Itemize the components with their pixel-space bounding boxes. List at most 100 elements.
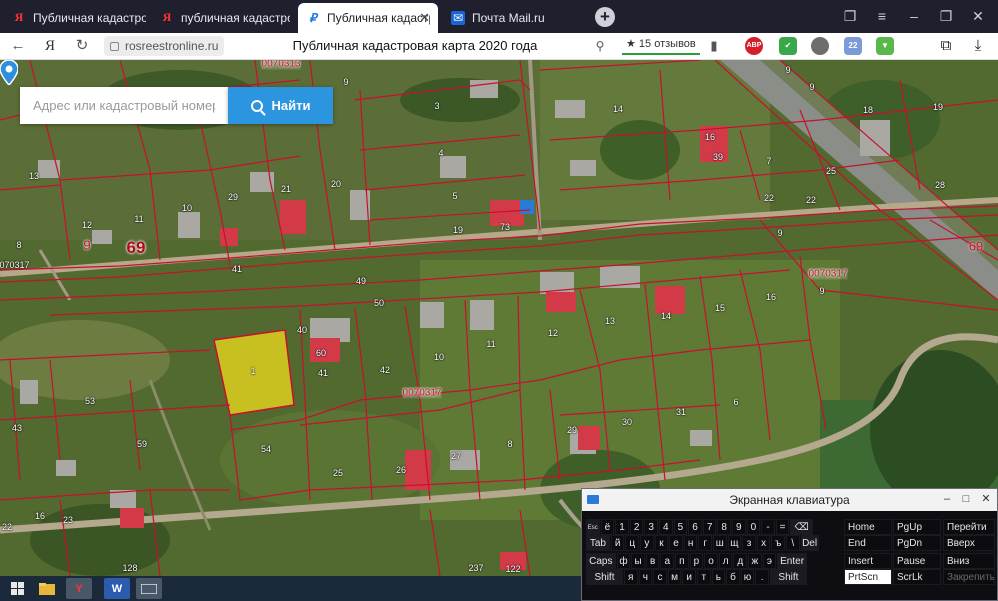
key-2-10[interactable]: ж <box>748 553 762 569</box>
key-3-2[interactable]: ч <box>638 569 653 585</box>
new-tab-button[interactable]: + <box>595 7 615 27</box>
adblock-plus-icon[interactable]: ABP <box>745 37 763 55</box>
key-3-1[interactable]: я <box>623 569 638 585</box>
key-2-5[interactable]: п <box>675 553 689 569</box>
plot-number[interactable]: 14 <box>613 104 623 114</box>
key-1-2[interactable]: ц <box>625 535 639 551</box>
key-0-5[interactable]: 4 <box>659 519 673 535</box>
location-icon[interactable]: ⚲ <box>590 36 610 56</box>
plot-number[interactable]: 20 <box>331 179 341 189</box>
minimize-icon[interactable]: – <box>902 5 926 27</box>
close-icon[interactable]: ✕ <box>977 489 995 511</box>
plot-number[interactable]: 25 <box>826 166 836 176</box>
plot-number[interactable]: 31 <box>676 407 686 417</box>
plot-number[interactable]: 21 <box>281 184 291 194</box>
key-3-0[interactable]: Shift <box>586 569 623 585</box>
key-0-11[interactable]: 0 <box>746 519 761 535</box>
key-0-1[interactable]: ё <box>600 519 615 535</box>
menu-icon[interactable]: ≡ <box>870 5 894 27</box>
plot-number[interactable]: 50 <box>374 298 384 308</box>
zone-label[interactable]: 69 <box>127 238 146 258</box>
key-2-1[interactable]: ф <box>616 553 631 569</box>
nav-key-1-1[interactable]: PgDn <box>893 535 941 551</box>
plot-number[interactable]: 16 <box>766 292 776 302</box>
plot-number[interactable]: 22 <box>806 195 816 205</box>
nav-key-3-1[interactable]: ScrLk <box>893 569 941 585</box>
plot-number[interactable]: 5 <box>452 191 457 201</box>
plot-number[interactable]: 0070317 <box>0 260 30 270</box>
plot-number[interactable]: 16 <box>35 511 45 521</box>
key-1-8[interactable]: ш <box>713 535 727 551</box>
key-1-13[interactable]: \ <box>786 535 800 551</box>
key-1-9[interactable]: щ <box>727 535 742 551</box>
key-1-14[interactable]: Del <box>800 535 819 551</box>
reviews-badge[interactable]: ★ 15 отзывов <box>622 36 700 55</box>
key-0-13[interactable]: = <box>775 519 790 535</box>
key-1-7[interactable]: г <box>698 535 712 551</box>
screenshot-tool-icon[interactable]: ⧉ <box>936 36 956 56</box>
restore-icon[interactable]: ❐ <box>934 5 958 27</box>
key-3-8[interactable]: б <box>726 569 740 585</box>
plot-number[interactable]: 9 <box>343 77 348 87</box>
key-2-6[interactable]: р <box>689 553 704 569</box>
key-0-14[interactable]: ⌫ <box>790 519 813 535</box>
plot-number[interactable]: 9 <box>777 228 782 238</box>
key-1-6[interactable]: н <box>683 535 698 551</box>
key-0-10[interactable]: 9 <box>732 519 746 535</box>
key-2-9[interactable]: д <box>733 553 748 569</box>
back-arrow-icon[interactable]: ← <box>8 36 28 56</box>
bookmark-icon[interactable]: ▮ <box>704 36 724 56</box>
nav-key-2-1[interactable]: Pause <box>893 553 941 569</box>
quarter-label[interactable]: 0070317 <box>402 387 442 399</box>
plot-number[interactable]: 6 <box>733 397 738 407</box>
key-1-5[interactable]: е <box>669 535 683 551</box>
tab-2[interactable]: Я публичная кадастровая к <box>152 4 298 31</box>
key-0-9[interactable]: 8 <box>717 519 731 535</box>
plot-number[interactable]: 19 <box>453 225 463 235</box>
key-3-3[interactable]: с <box>653 569 667 585</box>
key-2-2[interactable]: ы <box>631 553 645 569</box>
weather-icon[interactable]: 22 <box>844 37 862 55</box>
nav-key-3-0[interactable]: PrtScn <box>844 569 892 585</box>
plot-number[interactable]: 122 <box>505 564 520 574</box>
plot-number[interactable]: 29 <box>567 425 577 435</box>
shield-check-icon[interactable]: ✔ <box>779 37 797 55</box>
key-2-8[interactable]: л <box>718 553 733 569</box>
downloads-icon[interactable]: ⤓ <box>968 36 988 56</box>
nav-key-1-2[interactable]: Вверх <box>943 535 995 551</box>
plot-number[interactable]: 60 <box>316 348 326 358</box>
plot-number[interactable]: 14 <box>661 311 671 321</box>
plot-number[interactable]: 19 <box>933 102 943 112</box>
plot-number[interactable]: 40 <box>297 325 307 335</box>
key-1-0[interactable]: Tab <box>586 535 610 551</box>
key-1-10[interactable]: з <box>742 535 756 551</box>
key-3-9[interactable]: ю <box>740 569 755 585</box>
key-0-8[interactable]: 7 <box>702 519 717 535</box>
plot-number[interactable]: 12 <box>82 220 92 230</box>
key-3-5[interactable]: и <box>682 569 696 585</box>
cadastral-search-input[interactable] <box>20 87 228 124</box>
key-0-4[interactable]: 3 <box>644 519 658 535</box>
plot-number[interactable]: 8 <box>16 240 21 250</box>
start-icon[interactable] <box>4 578 30 599</box>
nav-key-3-2[interactable]: Закрепить <box>943 569 995 585</box>
nav-key-2-0[interactable]: Insert <box>844 553 892 569</box>
plot-number[interactable]: 27 <box>451 451 461 461</box>
yandex-browser-icon[interactable]: Y <box>66 578 92 599</box>
plot-number[interactable]: 59 <box>137 439 147 449</box>
reload-icon[interactable]: ↻ <box>72 36 92 56</box>
bookmarks-icon[interactable]: ❐ <box>838 5 862 27</box>
download-arrow-icon[interactable]: ▼ <box>876 37 894 55</box>
plot-number[interactable]: 22 <box>764 193 774 203</box>
plot-number[interactable]: 13 <box>29 171 39 181</box>
plot-number[interactable]: 13 <box>605 316 615 326</box>
plot-number[interactable]: 1 <box>250 366 255 376</box>
nav-key-1-0[interactable]: End <box>844 535 892 551</box>
plot-number[interactable]: 237 <box>468 563 483 573</box>
nav-key-0-0[interactable]: Home <box>844 519 892 535</box>
maximize-icon[interactable]: □ <box>957 489 975 511</box>
key-1-3[interactable]: у <box>640 535 654 551</box>
plot-number[interactable]: 4 <box>438 148 443 158</box>
key-0-0[interactable]: Esc <box>586 519 600 535</box>
zone-number[interactable]: 9 <box>83 238 90 253</box>
